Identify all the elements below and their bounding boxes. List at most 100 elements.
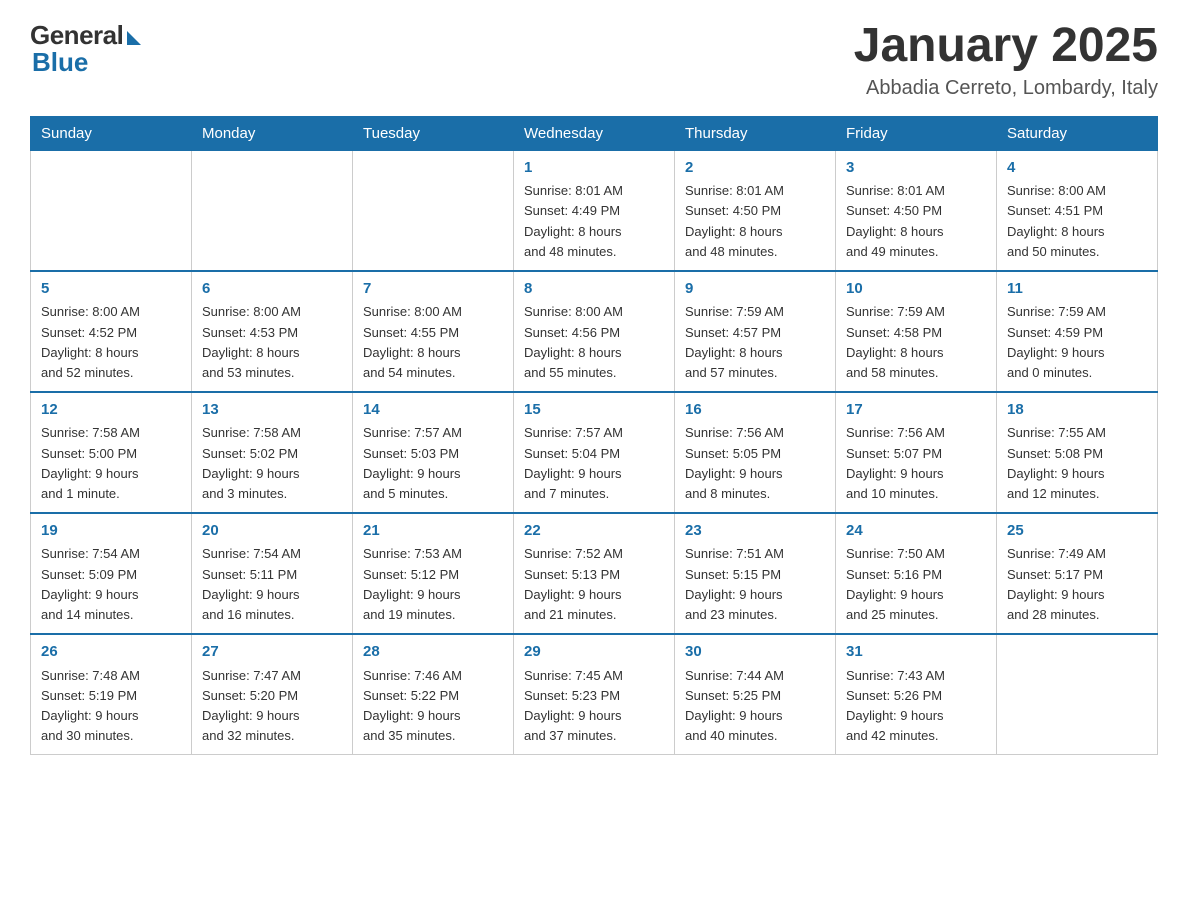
calendar-cell: 28Sunrise: 7:46 AMSunset: 5:22 PMDayligh…: [353, 634, 514, 755]
day-number: 13: [202, 399, 342, 422]
day-info: Sunrise: 7:58 AMSunset: 5:02 PMDaylight:…: [202, 423, 342, 504]
day-info: Sunrise: 8:01 AMSunset: 4:50 PMDaylight:…: [846, 181, 986, 262]
calendar-cell: 1Sunrise: 8:01 AMSunset: 4:49 PMDaylight…: [514, 150, 675, 271]
day-info: Sunrise: 7:54 AMSunset: 5:09 PMDaylight:…: [41, 544, 181, 625]
day-number: 23: [685, 520, 825, 543]
calendar-cell: 2Sunrise: 8:01 AMSunset: 4:50 PMDaylight…: [675, 150, 836, 271]
logo-blue-text: Blue: [32, 47, 88, 78]
calendar-cell: 23Sunrise: 7:51 AMSunset: 5:15 PMDayligh…: [675, 513, 836, 634]
calendar-cell: [353, 150, 514, 271]
calendar-cell: 15Sunrise: 7:57 AMSunset: 5:04 PMDayligh…: [514, 392, 675, 513]
calendar-header-row: SundayMondayTuesdayWednesdayThursdayFrid…: [31, 116, 1158, 150]
day-number: 2: [685, 157, 825, 180]
day-number: 31: [846, 641, 986, 664]
calendar-cell: 31Sunrise: 7:43 AMSunset: 5:26 PMDayligh…: [836, 634, 997, 755]
calendar-cell: 11Sunrise: 7:59 AMSunset: 4:59 PMDayligh…: [997, 271, 1158, 392]
day-number: 21: [363, 520, 503, 543]
calendar-cell: 3Sunrise: 8:01 AMSunset: 4:50 PMDaylight…: [836, 150, 997, 271]
day-info: Sunrise: 7:56 AMSunset: 5:07 PMDaylight:…: [846, 423, 986, 504]
day-info: Sunrise: 7:59 AMSunset: 4:57 PMDaylight:…: [685, 302, 825, 383]
day-number: 11: [1007, 278, 1147, 301]
day-info: Sunrise: 8:00 AMSunset: 4:56 PMDaylight:…: [524, 302, 664, 383]
day-info: Sunrise: 7:59 AMSunset: 4:58 PMDaylight:…: [846, 302, 986, 383]
calendar-cell: 7Sunrise: 8:00 AMSunset: 4:55 PMDaylight…: [353, 271, 514, 392]
calendar-table: SundayMondayTuesdayWednesdayThursdayFrid…: [30, 116, 1158, 755]
month-year-title: January 2025: [854, 20, 1158, 73]
calendar-week-row: 26Sunrise: 7:48 AMSunset: 5:19 PMDayligh…: [31, 634, 1158, 755]
day-number: 26: [41, 641, 181, 664]
day-number: 15: [524, 399, 664, 422]
calendar-cell: 22Sunrise: 7:52 AMSunset: 5:13 PMDayligh…: [514, 513, 675, 634]
day-info: Sunrise: 7:51 AMSunset: 5:15 PMDaylight:…: [685, 544, 825, 625]
day-info: Sunrise: 7:59 AMSunset: 4:59 PMDaylight:…: [1007, 302, 1147, 383]
location-subtitle: Abbadia Cerreto, Lombardy, Italy: [854, 77, 1158, 100]
day-info: Sunrise: 7:49 AMSunset: 5:17 PMDaylight:…: [1007, 544, 1147, 625]
calendar-cell: 25Sunrise: 7:49 AMSunset: 5:17 PMDayligh…: [997, 513, 1158, 634]
day-info: Sunrise: 7:50 AMSunset: 5:16 PMDaylight:…: [846, 544, 986, 625]
day-number: 29: [524, 641, 664, 664]
calendar-week-row: 12Sunrise: 7:58 AMSunset: 5:00 PMDayligh…: [31, 392, 1158, 513]
day-info: Sunrise: 7:43 AMSunset: 5:26 PMDaylight:…: [846, 666, 986, 747]
day-number: 16: [685, 399, 825, 422]
day-info: Sunrise: 8:00 AMSunset: 4:52 PMDaylight:…: [41, 302, 181, 383]
calendar-cell: 9Sunrise: 7:59 AMSunset: 4:57 PMDaylight…: [675, 271, 836, 392]
day-number: 28: [363, 641, 503, 664]
day-info: Sunrise: 8:00 AMSunset: 4:55 PMDaylight:…: [363, 302, 503, 383]
day-info: Sunrise: 7:57 AMSunset: 5:04 PMDaylight:…: [524, 423, 664, 504]
title-block: January 2025 Abbadia Cerreto, Lombardy, …: [854, 20, 1158, 100]
page-header: General Blue January 2025 Abbadia Cerret…: [30, 20, 1158, 100]
day-info: Sunrise: 8:00 AMSunset: 4:51 PMDaylight:…: [1007, 181, 1147, 262]
day-info: Sunrise: 7:47 AMSunset: 5:20 PMDaylight:…: [202, 666, 342, 747]
day-info: Sunrise: 7:46 AMSunset: 5:22 PMDaylight:…: [363, 666, 503, 747]
day-number: 12: [41, 399, 181, 422]
day-number: 10: [846, 278, 986, 301]
day-number: 30: [685, 641, 825, 664]
day-info: Sunrise: 7:52 AMSunset: 5:13 PMDaylight:…: [524, 544, 664, 625]
calendar-cell: 24Sunrise: 7:50 AMSunset: 5:16 PMDayligh…: [836, 513, 997, 634]
calendar-cell: [31, 150, 192, 271]
calendar-cell: 8Sunrise: 8:00 AMSunset: 4:56 PMDaylight…: [514, 271, 675, 392]
day-info: Sunrise: 8:01 AMSunset: 4:49 PMDaylight:…: [524, 181, 664, 262]
day-number: 3: [846, 157, 986, 180]
day-number: 27: [202, 641, 342, 664]
calendar-cell: 10Sunrise: 7:59 AMSunset: 4:58 PMDayligh…: [836, 271, 997, 392]
calendar-cell: [192, 150, 353, 271]
calendar-cell: 14Sunrise: 7:57 AMSunset: 5:03 PMDayligh…: [353, 392, 514, 513]
calendar-cell: 27Sunrise: 7:47 AMSunset: 5:20 PMDayligh…: [192, 634, 353, 755]
calendar-day-header: Sunday: [31, 116, 192, 150]
day-info: Sunrise: 8:01 AMSunset: 4:50 PMDaylight:…: [685, 181, 825, 262]
logo-arrow-icon: [127, 31, 141, 45]
calendar-week-row: 1Sunrise: 8:01 AMSunset: 4:49 PMDaylight…: [31, 150, 1158, 271]
day-number: 4: [1007, 157, 1147, 180]
day-info: Sunrise: 8:00 AMSunset: 4:53 PMDaylight:…: [202, 302, 342, 383]
day-number: 1: [524, 157, 664, 180]
calendar-cell: 6Sunrise: 8:00 AMSunset: 4:53 PMDaylight…: [192, 271, 353, 392]
day-info: Sunrise: 7:57 AMSunset: 5:03 PMDaylight:…: [363, 423, 503, 504]
calendar-week-row: 5Sunrise: 8:00 AMSunset: 4:52 PMDaylight…: [31, 271, 1158, 392]
calendar-day-header: Wednesday: [514, 116, 675, 150]
day-number: 14: [363, 399, 503, 422]
day-number: 9: [685, 278, 825, 301]
calendar-day-header: Saturday: [997, 116, 1158, 150]
calendar-cell: 13Sunrise: 7:58 AMSunset: 5:02 PMDayligh…: [192, 392, 353, 513]
calendar-cell: [997, 634, 1158, 755]
day-info: Sunrise: 7:55 AMSunset: 5:08 PMDaylight:…: [1007, 423, 1147, 504]
day-info: Sunrise: 7:56 AMSunset: 5:05 PMDaylight:…: [685, 423, 825, 504]
calendar-cell: 16Sunrise: 7:56 AMSunset: 5:05 PMDayligh…: [675, 392, 836, 513]
calendar-day-header: Thursday: [675, 116, 836, 150]
calendar-cell: 20Sunrise: 7:54 AMSunset: 5:11 PMDayligh…: [192, 513, 353, 634]
day-number: 7: [363, 278, 503, 301]
day-number: 20: [202, 520, 342, 543]
calendar-cell: 21Sunrise: 7:53 AMSunset: 5:12 PMDayligh…: [353, 513, 514, 634]
calendar-cell: 29Sunrise: 7:45 AMSunset: 5:23 PMDayligh…: [514, 634, 675, 755]
day-number: 24: [846, 520, 986, 543]
calendar-cell: 5Sunrise: 8:00 AMSunset: 4:52 PMDaylight…: [31, 271, 192, 392]
day-info: Sunrise: 7:58 AMSunset: 5:00 PMDaylight:…: [41, 423, 181, 504]
logo: General Blue: [30, 20, 141, 78]
calendar-day-header: Friday: [836, 116, 997, 150]
day-number: 8: [524, 278, 664, 301]
day-number: 17: [846, 399, 986, 422]
calendar-cell: 30Sunrise: 7:44 AMSunset: 5:25 PMDayligh…: [675, 634, 836, 755]
day-number: 22: [524, 520, 664, 543]
day-info: Sunrise: 7:48 AMSunset: 5:19 PMDaylight:…: [41, 666, 181, 747]
